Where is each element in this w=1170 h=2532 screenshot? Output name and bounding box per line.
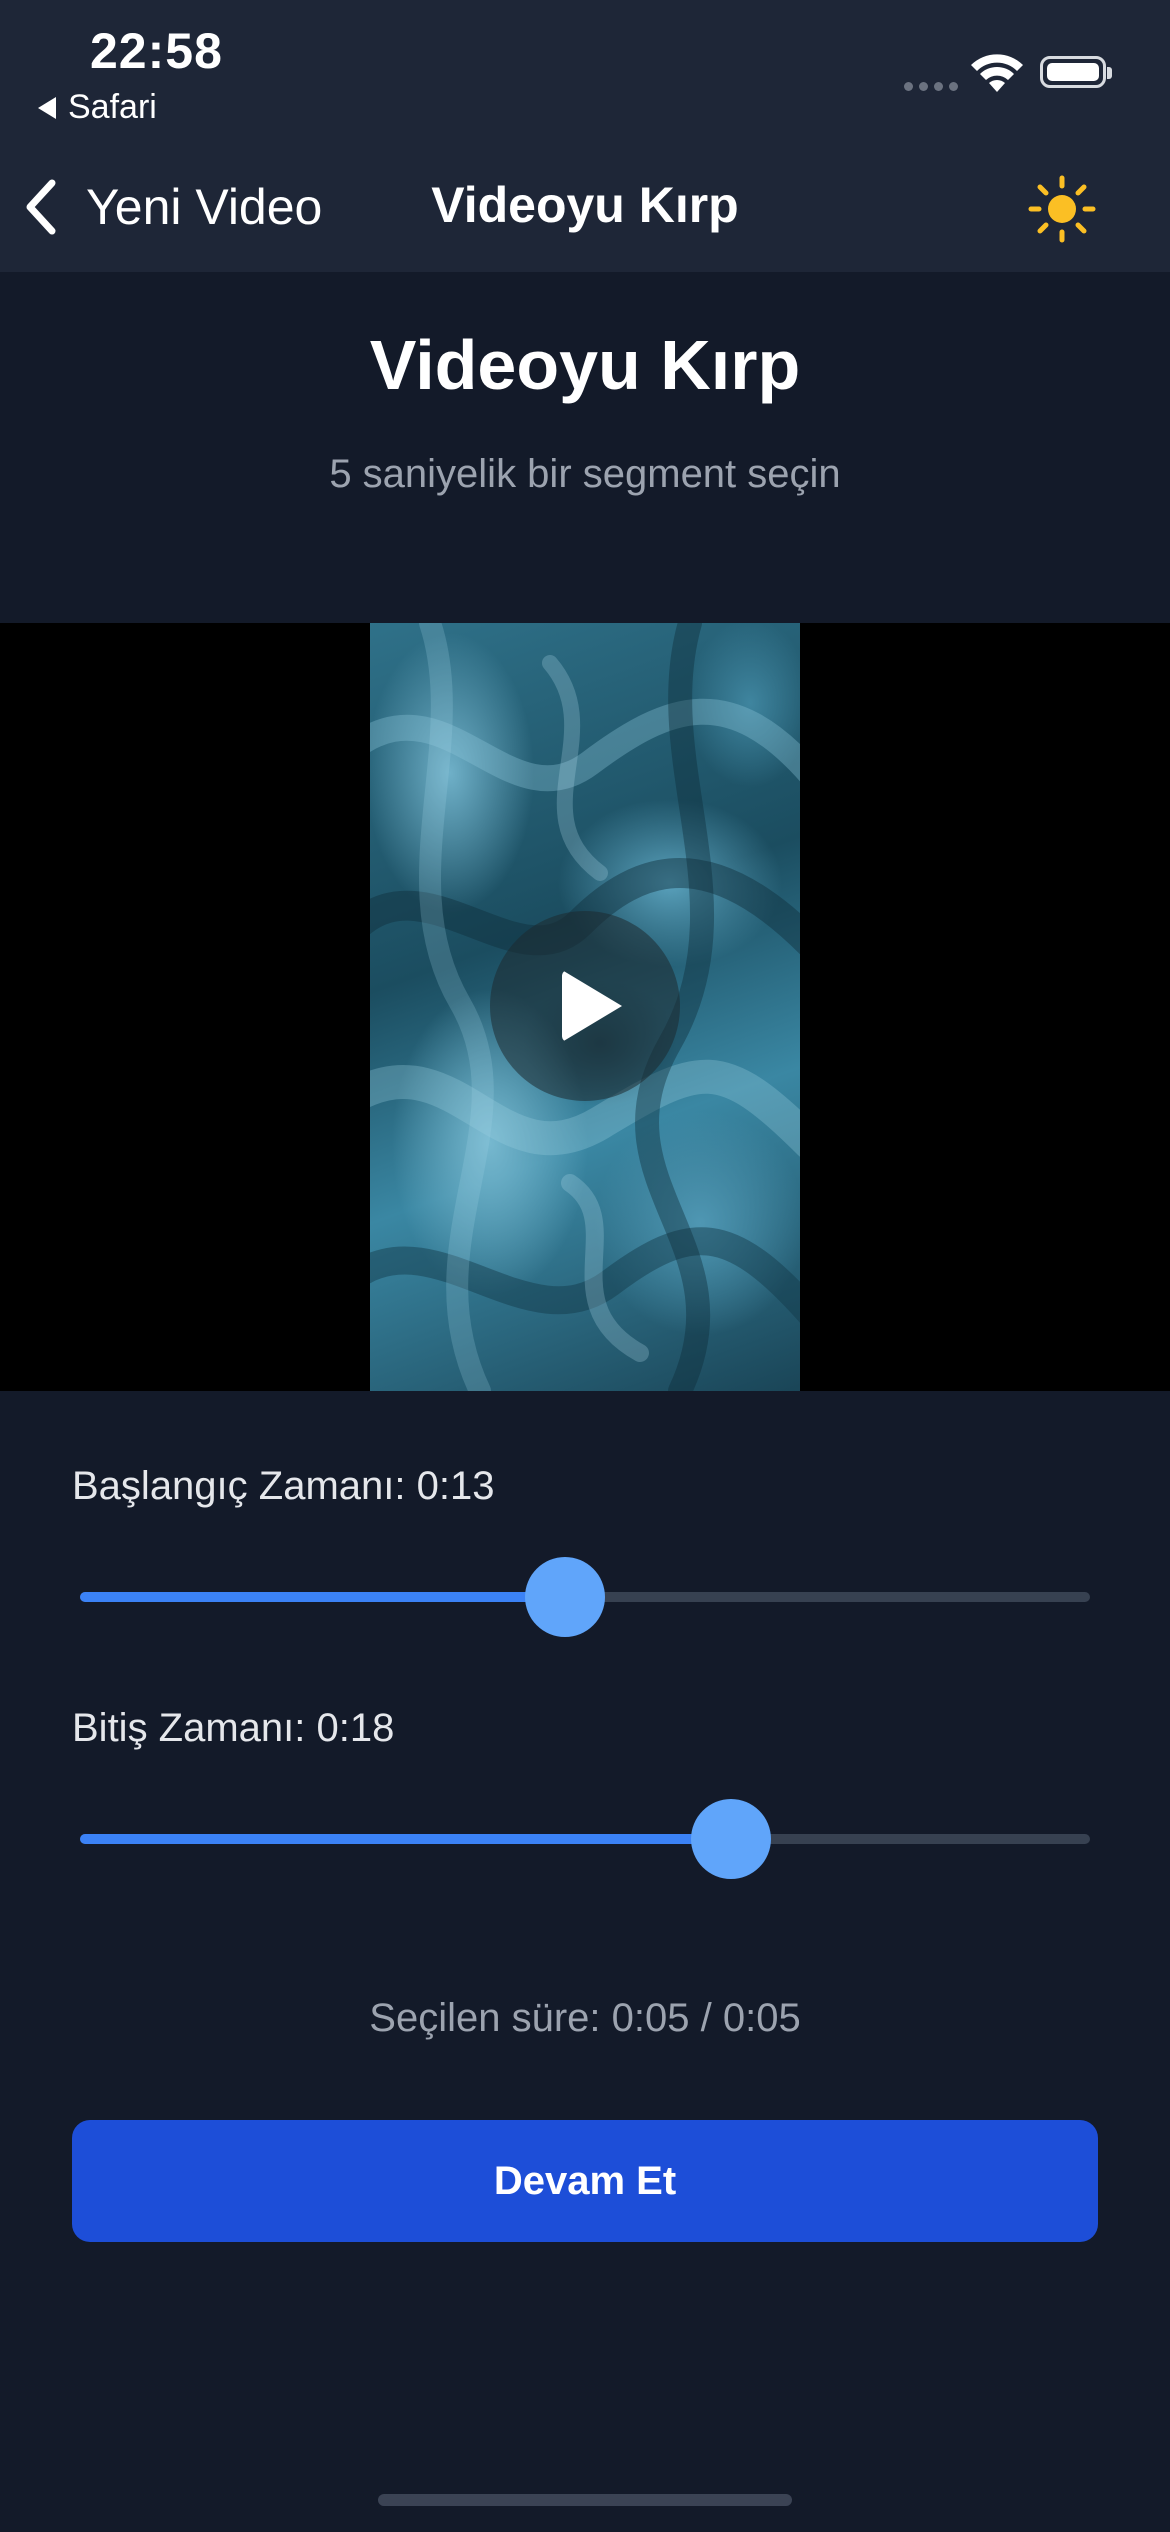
home-indicator: [378, 2494, 792, 2506]
battery-icon: [1040, 56, 1112, 88]
slider-thumb[interactable]: [691, 1799, 772, 1879]
slider-fill: [80, 1834, 732, 1844]
end-time-label: Bitiş Zamanı: 0:18: [72, 1706, 395, 1750]
nav-back-button[interactable]: Yeni Video: [22, 170, 322, 244]
play-button[interactable]: [490, 911, 680, 1101]
back-to-app-link[interactable]: Safari: [38, 88, 157, 127]
chevron-left-icon: [26, 179, 56, 235]
slider-thumb[interactable]: [524, 1557, 605, 1637]
back-triangle-icon: [38, 96, 56, 119]
video-player[interactable]: [0, 623, 1170, 1391]
back-app-label: Safari: [68, 88, 157, 126]
continue-button[interactable]: Devam Et: [72, 2120, 1098, 2242]
page-subtitle: 5 saniyelik bir segment seçin: [329, 452, 841, 496]
nav-back-label: Yeni Video: [86, 179, 323, 235]
page-title: Videoyu Kırp: [369, 326, 801, 404]
wifi-icon: [971, 54, 1023, 92]
top-bar: 22:58 Safari Yeni Video Videoyu Kırp: [0, 0, 1170, 272]
status-time: 22:58: [90, 23, 223, 79]
selected-duration: Seçilen süre: 0:05 / 0:05: [369, 1996, 801, 2040]
start-time-label: Başlangıç Zamanı: 0:13: [72, 1464, 495, 1508]
start-time-slider[interactable]: [80, 1556, 1090, 1637]
end-time-slider[interactable]: [80, 1798, 1090, 1879]
sun-icon[interactable]: [1028, 175, 1096, 243]
signal-dots-icon: [904, 82, 958, 91]
slider-fill: [80, 1592, 565, 1602]
play-icon: [562, 970, 622, 1042]
